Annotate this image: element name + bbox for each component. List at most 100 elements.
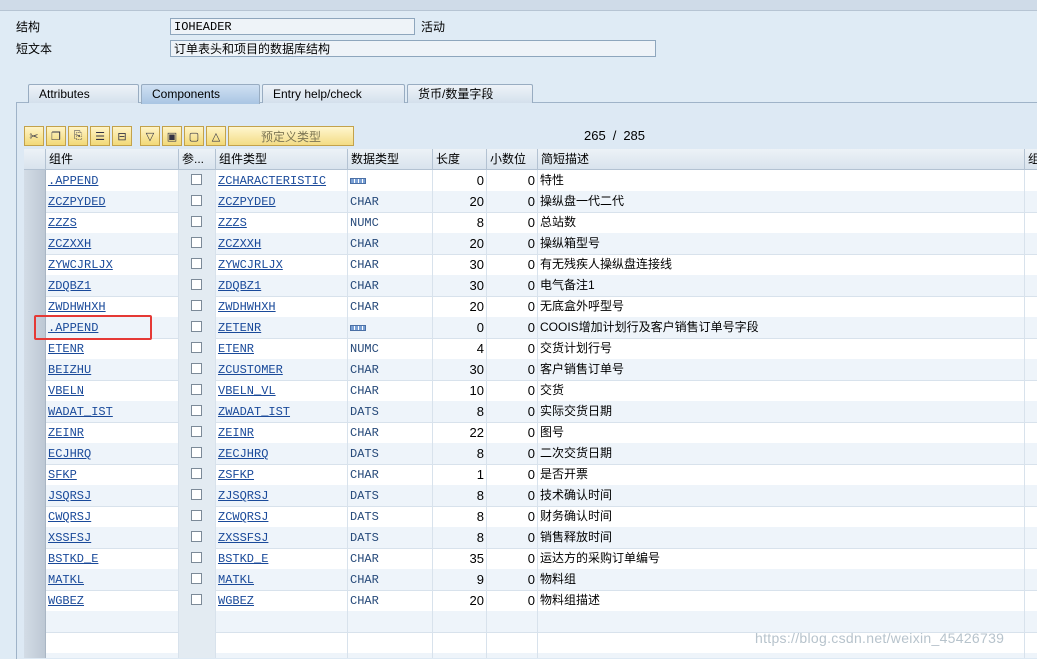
ref-checkbox[interactable] [191, 510, 202, 521]
row-selector[interactable] [24, 338, 46, 359]
paste-icon[interactable]: ⎘ [68, 126, 88, 146]
row-selector[interactable] [24, 296, 46, 317]
row-selector[interactable] [24, 464, 46, 485]
scroll-up-icon[interactable]: △ [206, 126, 226, 146]
table-row[interactable]: ZWDHWHXH ZWDHWHXH CHAR 20 0 无底盒外呼型号 [24, 296, 1037, 318]
shorttext-field[interactable]: 订单表头和项目的数据库结构 [170, 39, 656, 57]
component-name-link[interactable]: BEIZHU [46, 363, 91, 377]
ref-checkbox[interactable] [191, 447, 202, 458]
table-row[interactable]: .APPEND ZETENR 0 0 COOIS增加计划行及客户销售订单号字段 [24, 317, 1037, 339]
copy-icon[interactable]: ❐ [46, 126, 66, 146]
ref-checkbox[interactable] [191, 216, 202, 227]
ref-checkbox[interactable] [191, 531, 202, 542]
component-type-link[interactable]: ZCZPYDED [216, 195, 276, 209]
component-type-link[interactable]: MATKL [216, 573, 254, 587]
table-row[interactable]: JSQRSJ ZJSQRSJ DATS 8 0 技术确认时间 [24, 485, 1037, 507]
component-type-link[interactable]: ZCHARACTERISTIC [216, 174, 326, 188]
ref-checkbox[interactable] [191, 573, 202, 584]
row-selector[interactable] [24, 506, 46, 527]
component-type-link[interactable]: ZJSQRSJ [216, 489, 268, 503]
component-name-link[interactable]: ETENR [46, 342, 84, 356]
ref-checkbox[interactable] [191, 258, 202, 269]
row-selector[interactable] [24, 527, 46, 548]
table-row[interactable]: VBELN VBELN_VL CHAR 10 0 交货 [24, 380, 1037, 402]
tab-components[interactable]: Components [141, 84, 260, 104]
component-name-link[interactable]: .APPEND [46, 174, 98, 188]
row-selector[interactable] [24, 485, 46, 506]
row-selector[interactable] [24, 422, 46, 443]
table-row[interactable]: XSSFSJ ZXSSFSJ DATS 8 0 销售释放时间 [24, 527, 1037, 549]
component-name-link[interactable]: CWQRSJ [46, 510, 91, 524]
col-component-type[interactable]: 组件类型 [216, 149, 348, 169]
component-name-link[interactable]: ZDQBZ1 [46, 279, 91, 293]
component-type-link[interactable]: ZCUSTOMER [216, 363, 283, 377]
col-component[interactable]: 组件 [46, 149, 179, 169]
component-type-link[interactable]: ETENR [216, 342, 254, 356]
component-type-link[interactable]: WGBEZ [216, 594, 254, 608]
component-name-link[interactable]: WADAT_IST [46, 405, 113, 419]
component-type-link[interactable]: ZWDHWHXH [216, 300, 276, 314]
ref-checkbox[interactable] [191, 489, 202, 500]
row-selector[interactable] [24, 548, 46, 569]
row-selector[interactable] [24, 443, 46, 464]
col-group[interactable]: 组 [1025, 149, 1037, 169]
tab-currency-quantity-fields[interactable]: 货币/数量字段 [407, 84, 533, 103]
cut-icon[interactable]: ✂ [24, 126, 44, 146]
col-ref[interactable]: 参... [179, 149, 216, 169]
table-row[interactable]: WGBEZ WGBEZ CHAR 20 0 物料组描述 [24, 590, 1037, 612]
row-selector[interactable] [24, 254, 46, 275]
ref-checkbox[interactable] [191, 300, 202, 311]
ref-checkbox[interactable] [191, 195, 202, 206]
table-row[interactable]: ZEINR ZEINR CHAR 22 0 图号 [24, 422, 1037, 444]
table-row[interactable]: CWQRSJ ZCWQRSJ DATS 8 0 财务确认时间 [24, 506, 1037, 528]
component-name-link[interactable]: BSTKD_E [46, 552, 98, 566]
component-name-link[interactable]: WGBEZ [46, 594, 84, 608]
table-row[interactable]: ZDQBZ1 ZDQBZ1 CHAR 30 0 电气备注1 [24, 275, 1037, 297]
tab-attributes[interactable]: Attributes [28, 84, 139, 103]
component-name-link[interactable]: ZYWCJRLJX [46, 258, 113, 272]
table-row[interactable]: BEIZHU ZCUSTOMER CHAR 30 0 客户销售订单号 [24, 359, 1037, 381]
ref-checkbox[interactable] [191, 342, 202, 353]
table-row[interactable]: ZYWCJRLJX ZYWCJRLJX CHAR 30 0 有无残疾人操纵盘连接线 [24, 254, 1037, 276]
component-name-link[interactable]: MATKL [46, 573, 84, 587]
component-type-link[interactable]: ZXSSFSJ [216, 531, 268, 545]
table-row[interactable]: SFKP ZSFKP CHAR 1 0 是否开票 [24, 464, 1037, 486]
component-type-link[interactable]: BSTKD_E [216, 552, 268, 566]
sort-icon[interactable]: ▽ [140, 126, 160, 146]
row-selector[interactable] [24, 275, 46, 296]
row-selector[interactable] [24, 170, 46, 191]
component-name-link[interactable]: ZZZS [46, 216, 77, 230]
table-row[interactable]: ECJHRQ ZECJHRQ DATS 8 0 二次交货日期 [24, 443, 1037, 465]
col-short-description[interactable]: 简短描述 [538, 149, 1025, 169]
component-type-link[interactable]: VBELN_VL [216, 384, 276, 398]
table-row[interactable]: MATKL MATKL CHAR 9 0 物料组 [24, 569, 1037, 591]
ref-checkbox[interactable] [191, 426, 202, 437]
insert-row-icon[interactable]: ☰ [90, 126, 110, 146]
component-name-link[interactable]: XSSFSJ [46, 531, 91, 545]
component-name-link[interactable]: .APPEND [46, 321, 98, 335]
empty-table-row[interactable] [24, 653, 1037, 658]
ref-checkbox[interactable] [191, 384, 202, 395]
table-row[interactable]: ZZZS ZZZS NUMC 8 0 总站数 [24, 212, 1037, 234]
ref-checkbox[interactable] [191, 594, 202, 605]
row-selector[interactable] [24, 380, 46, 401]
structure-name-field[interactable]: IOHEADER [170, 17, 415, 35]
col-data-type[interactable]: 数据类型 [348, 149, 433, 169]
header-select-all[interactable] [24, 149, 46, 169]
row-selector[interactable] [24, 632, 46, 653]
component-type-link[interactable]: ZDQBZ1 [216, 279, 261, 293]
ref-checkbox[interactable] [191, 279, 202, 290]
component-name-link[interactable]: SFKP [46, 468, 77, 482]
ref-checkbox[interactable] [191, 468, 202, 479]
row-selector[interactable] [24, 611, 46, 632]
select-all-icon[interactable]: ▣ [162, 126, 182, 146]
row-selector[interactable] [24, 233, 46, 254]
row-selector[interactable] [24, 569, 46, 590]
predefined-type-button[interactable]: 预定义类型 [228, 126, 354, 146]
ref-checkbox[interactable] [191, 321, 202, 332]
table-row[interactable]: ZCZPYDED ZCZPYDED CHAR 20 0 操纵盘一代二代 [24, 191, 1037, 213]
component-name-link[interactable]: ZWDHWHXH [46, 300, 106, 314]
component-type-link[interactable]: ZZZS [216, 216, 247, 230]
row-selector[interactable] [24, 317, 46, 338]
component-type-link[interactable]: ZCZXXH [216, 237, 261, 251]
